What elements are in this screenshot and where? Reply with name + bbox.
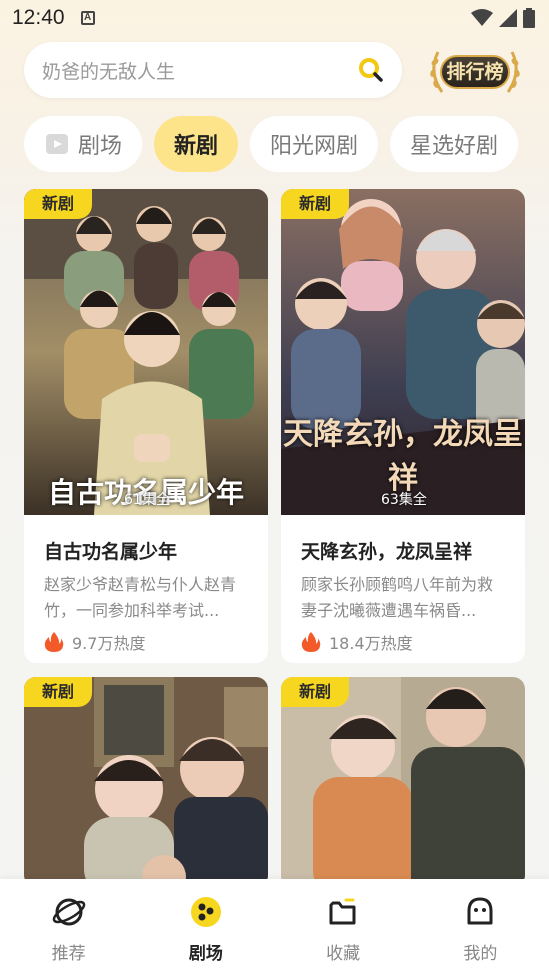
nav-theater[interactable]: 剧场 (156, 895, 256, 977)
poster-image (24, 677, 268, 887)
category-tabs: 剧场 新剧 阳光网剧 星选好剧 (24, 116, 519, 172)
episode-count: 63集全 (381, 492, 427, 508)
drama-title: 天降玄孙，龙凤呈祥 (301, 541, 473, 563)
drama-card[interactable]: 新剧 (281, 677, 525, 887)
card-info: 天降玄孙，龙凤呈祥 顾家长孙顾鹤鸣八年前为救妻子沈曦薇遭遇车祸昏... 18.4… (281, 515, 525, 663)
new-drama-tag: 新剧 (24, 189, 92, 219)
new-drama-tag: 新剧 (281, 677, 349, 707)
heat-info: 9.7万热度 (44, 630, 248, 654)
drama-poster[interactable]: 天降玄孙，龙凤呈祥 新剧 63集全 (281, 189, 525, 515)
tab-new-drama[interactable]: 新剧 (154, 116, 239, 172)
drama-description: 赵家少爷赵青松与仆人赵青竹，一同参加科举考试... (44, 575, 237, 620)
status-bar: 12:40 A (0, 0, 549, 36)
ranking-button[interactable]: 排行榜 (426, 44, 524, 98)
drama-title: 自古功名属少年 (44, 541, 178, 563)
folder-icon (329, 898, 356, 925)
tab-star-picks[interactable]: 星选好剧 (390, 116, 519, 172)
planet-icon (52, 898, 85, 926)
heat-info: 18.4万热度 (301, 630, 505, 654)
drama-poster[interactable]: 新剧 (24, 677, 268, 887)
drama-card[interactable]: 新剧 (24, 677, 268, 887)
poster-title-art: 天降玄孙，龙凤呈祥 (283, 417, 523, 496)
tab-label: 新剧 (174, 134, 219, 159)
theater-page: 12:40 A 奶爸的无敌人生 排行榜 剧场 新剧 阳光网剧 星选好剧 自古功名… (0, 0, 549, 977)
theater-tab-icon (46, 134, 68, 154)
drama-card[interactable]: 天降玄孙，龙凤呈祥 新剧 63集全 天降玄孙，龙凤呈祥 顾家长孙顾鹤鸣八年前为救… (281, 189, 525, 663)
battery-icon (523, 8, 535, 28)
ranking-label: 排行榜 (440, 55, 510, 89)
nav-profile[interactable]: 我的 (430, 895, 530, 977)
card-info: 自古功名属少年 赵家少爷赵青松与仆人赵青竹，一同参加科举考试... 9.7万热度 (24, 515, 268, 663)
nav-label: 剧场 (188, 944, 223, 964)
heat-value: 9.7万热度 (72, 634, 146, 653)
nav-label: 推荐 (51, 944, 86, 964)
bottom-navigation: 推荐 剧场 收藏 我的 (0, 879, 549, 977)
flame-icon (301, 632, 321, 652)
drama-poster[interactable]: 自古功名属少年 新剧 61集全 (24, 189, 268, 515)
new-drama-tag: 新剧 (24, 677, 92, 707)
flame-icon (44, 632, 64, 652)
tab-label: 剧场 (78, 134, 123, 159)
profile-icon (467, 897, 493, 925)
tab-theater[interactable]: 剧场 (24, 116, 143, 172)
drama-description: 顾家长孙顾鹤鸣八年前为救妻子沈曦薇遭遇车祸昏... (301, 575, 494, 620)
new-drama-tag: 新剧 (281, 189, 349, 219)
wifi-icon (471, 9, 493, 26)
theater-icon (190, 897, 221, 927)
notification-icon: A (80, 11, 95, 25)
tab-label: 阳光网剧 (270, 134, 359, 159)
poster-image (281, 677, 525, 887)
search-icon[interactable] (358, 57, 384, 83)
poster-image (24, 189, 268, 515)
heat-value: 18.4万热度 (329, 634, 413, 653)
episode-count: 61集全 (124, 492, 170, 508)
nav-favorites[interactable]: 收藏 (293, 895, 393, 977)
tab-sunshine-web-drama[interactable]: 阳光网剧 (250, 116, 379, 172)
nav-label: 我的 (463, 944, 498, 964)
nav-recommend[interactable]: 推荐 (19, 895, 119, 977)
nav-label: 收藏 (326, 944, 361, 964)
search-placeholder: 奶爸的无敌人生 (42, 60, 176, 83)
drama-card[interactable]: 自古功名属少年 新剧 61集全 自古功名属少年 赵家少爷赵青松与仆人赵青竹，一同… (24, 189, 268, 663)
signal-icon (499, 9, 517, 27)
search-input[interactable]: 奶爸的无敌人生 (24, 42, 402, 98)
tab-label: 星选好剧 (410, 134, 499, 159)
drama-poster[interactable]: 新剧 (281, 677, 525, 887)
status-time: 12:40 (12, 6, 65, 29)
